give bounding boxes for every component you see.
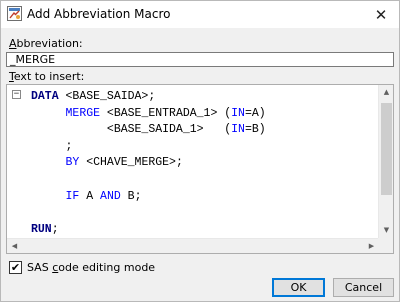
code-line[interactable]	[31, 172, 266, 189]
code-editor[interactable]: − DATA <BASE_SAIDA>; MERGE <BASE_ENTRADA…	[6, 84, 394, 254]
title-bar: Add Abbreviation Macro ✕	[1, 1, 399, 28]
text-to-insert-label: Text to insert:	[9, 70, 84, 83]
sas-code-editing-label[interactable]: SAS code editing mode	[27, 261, 155, 274]
code-token: <CHAVE_MERGE>;	[79, 156, 183, 170]
code-token: <BASE_SAIDA_1> (	[31, 123, 232, 137]
code-line[interactable]: RUN;	[31, 222, 266, 235]
code-keyword: MERGE	[65, 106, 101, 120]
code-token: ;	[51, 222, 59, 235]
text-to-insert-label-text: ext to insert:	[13, 70, 85, 83]
code-keyword: IF	[65, 189, 80, 203]
sas-label-post: ode editing mode	[58, 261, 156, 274]
code-keyword: IN	[231, 106, 245, 120]
vertical-scrollbar[interactable]: ▲ ▼	[378, 85, 393, 238]
sas-label-pre: SAS	[27, 261, 53, 274]
vertical-scroll-thumb[interactable]	[381, 103, 392, 195]
close-button[interactable]: ✕	[363, 1, 399, 28]
checkmark-icon: ✔	[10, 261, 21, 274]
sas-code-editing-checkbox[interactable]: ✔	[9, 261, 22, 274]
abbreviation-label-text: bbreviation:	[16, 37, 83, 50]
code-line[interactable]: BY <CHAVE_MERGE>;	[31, 155, 266, 172]
cancel-button[interactable]: Cancel	[333, 278, 394, 297]
scroll-down-icon[interactable]: ▼	[379, 223, 393, 238]
scroll-up-icon[interactable]: ▲	[379, 85, 393, 100]
horizontal-scrollbar[interactable]: ◀ ▶	[7, 238, 379, 253]
code-line[interactable]: MERGE <BASE_ENTRADA_1> (IN=A)	[31, 106, 266, 123]
add-abbreviation-macro-dialog: Add Abbreviation Macro ✕ Abbreviation: _…	[0, 0, 400, 302]
scroll-left-icon[interactable]: ◀	[7, 239, 22, 253]
code-keyword: BY	[65, 156, 80, 170]
code-keyword: AND	[100, 189, 121, 203]
code-text[interactable]: DATA <BASE_SAIDA>; MERGE <BASE_ENTRADA_1…	[31, 89, 266, 235]
code-line[interactable]: <BASE_SAIDA_1> (IN=B)	[31, 122, 266, 139]
code-line[interactable]: ;	[31, 139, 266, 156]
close-icon: ✕	[374, 5, 388, 24]
abbreviation-label: Abbreviation:	[9, 37, 83, 50]
code-token: A	[79, 189, 101, 203]
abbreviation-input[interactable]: _MERGE	[6, 52, 394, 67]
code-line[interactable]: IF A AND B;	[31, 189, 266, 206]
code-token: ;	[31, 139, 73, 153]
code-line[interactable]: DATA <BASE_SAIDA>;	[31, 89, 266, 106]
code-token: =A)	[244, 106, 266, 120]
code-keyword: DATA	[31, 90, 59, 103]
code-keyword: IN	[231, 123, 245, 137]
fold-collapse-icon[interactable]: −	[12, 90, 21, 99]
scrollbar-corner	[378, 238, 393, 253]
code-keyword: RUN	[31, 222, 52, 235]
code-token: <BASE_ENTRADA_1> (	[100, 106, 232, 120]
code-token: <BASE_SAIDA>;	[58, 90, 156, 103]
ok-button[interactable]: OK	[272, 278, 325, 297]
app-icon	[7, 6, 22, 21]
code-token: B;	[120, 189, 142, 203]
code-area[interactable]: − DATA <BASE_SAIDA>; MERGE <BASE_ENTRADA…	[7, 85, 379, 235]
window-title: Add Abbreviation Macro	[27, 7, 171, 21]
scroll-right-icon[interactable]: ▶	[364, 239, 379, 253]
abbreviation-label-accel: A	[9, 37, 17, 50]
code-token: =B)	[244, 123, 266, 137]
code-line[interactable]	[31, 205, 266, 222]
